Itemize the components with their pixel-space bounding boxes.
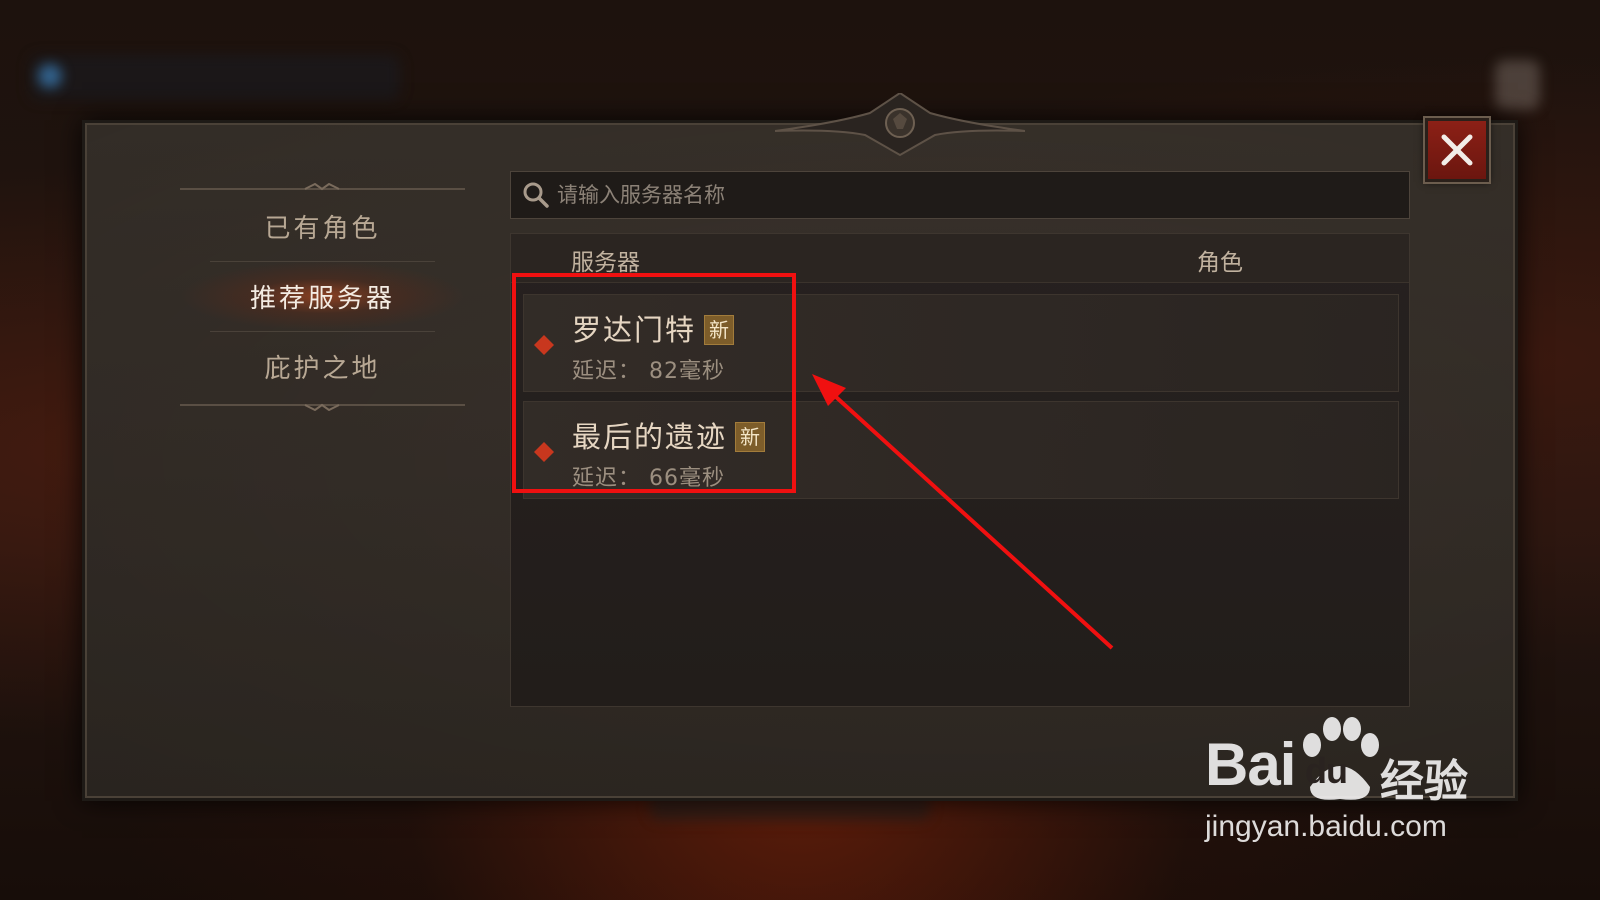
server-search-bar	[510, 171, 1410, 219]
background-status-dot	[38, 64, 62, 88]
nav-owned-characters[interactable]: 已有角色	[180, 191, 465, 261]
background-top-bar	[30, 55, 400, 100]
annotation-highlight-box	[512, 273, 796, 493]
brand-bai: Bai	[1205, 731, 1296, 798]
close-button[interactable]	[1425, 118, 1489, 182]
baidu-jingyan-watermark: Bai du 经验 jingyan.baidu.com	[1205, 715, 1495, 855]
close-icon	[1441, 134, 1473, 166]
server-search-input[interactable]	[551, 174, 1409, 216]
jingyan-text: 经验	[1380, 756, 1468, 807]
background-side-button	[1495, 60, 1540, 110]
baidu-brand-text: Bai du	[1205, 730, 1348, 799]
game-screen: 已有角色 推荐服务器 庇护之地 服务器 角色	[0, 0, 1600, 900]
column-header-server: 服务器	[571, 250, 640, 276]
nav-sanctuary[interactable]: 庇护之地	[180, 331, 465, 401]
category-sidebar: 已有角色 推荐服务器 庇护之地	[180, 183, 465, 423]
sidebar-bottom-divider	[180, 403, 465, 411]
nav-recommended-servers[interactable]: 推荐服务器	[180, 261, 465, 331]
server-select-dialog: 已有角色 推荐服务器 庇护之地 服务器 角色	[82, 93, 1518, 801]
watermark-url: jingyan.baidu.com	[1205, 810, 1447, 843]
column-header-role: 角色	[1197, 250, 1243, 276]
brand-du: du	[1305, 750, 1348, 791]
crest-ornament-icon	[775, 93, 1025, 157]
search-icon	[523, 182, 549, 208]
